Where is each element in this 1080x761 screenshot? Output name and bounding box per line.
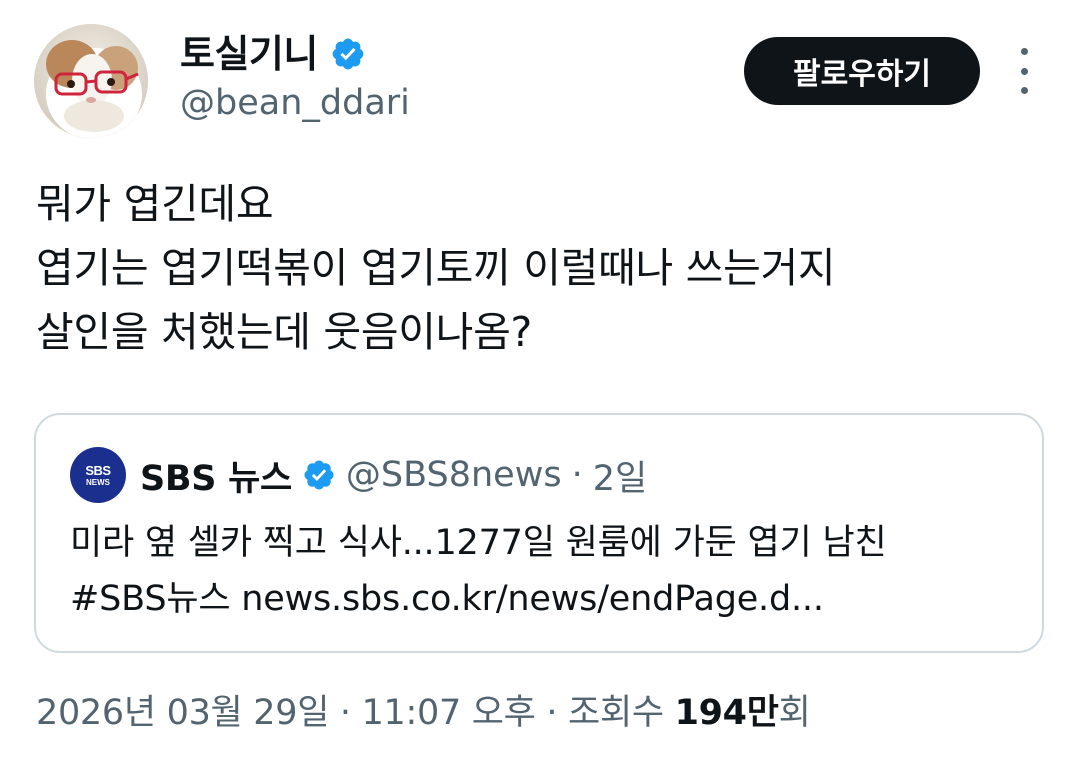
quoted-tweet-header: SBS NEWS SBS 뉴스 @SBS8news · 2일: [70, 447, 647, 503]
follow-button[interactable]: 팔로우하기: [744, 37, 980, 105]
quoted-tweet-time[interactable]: 2일: [593, 450, 647, 501]
quoted-tweet-line: #SBS뉴스 news.sbs.co.kr/news/endPage.d...: [70, 579, 824, 619]
separator-dot: ·: [571, 455, 583, 495]
sbs-logo-subtext: NEWS: [86, 477, 110, 487]
sbs-logo-text: SBS: [85, 462, 111, 478]
tweet-text: 뭐가 엽긴데요 엽기는 엽기떡볶이 엽기토끼 이럴때나 쓰는거지 살인을 처했는…: [36, 172, 1046, 364]
more-dot: [1020, 87, 1028, 94]
tweet: 토실기니 @bean_ddari 팔로우하기 뭐가 엽긴데요 엽기는 엽기떡볶이…: [0, 0, 1080, 761]
quoted-tweet-text: 미라 옆 셀카 찍고 식사...1277일 원룸에 가둔 엽기 남친 #SBS뉴…: [70, 515, 1020, 627]
tweet-text-line: 엽기는 엽기떡볶이 엽기토끼 이럴때나 쓰는거지: [36, 244, 836, 292]
avatar[interactable]: [34, 24, 148, 138]
author-name-row[interactable]: 토실기니: [180, 28, 366, 80]
views-count: 194만: [674, 693, 779, 733]
quoted-author-name[interactable]: SBS 뉴스: [140, 450, 292, 501]
quoted-tweet-line: 미라 옆 셀카 찍고 식사...1277일 원룸에 가둔 엽기 남친: [70, 523, 887, 563]
verified-badge-icon: [304, 460, 334, 490]
display-name[interactable]: 토실기니: [180, 35, 318, 73]
guinea-pig-avatar-image: [34, 24, 148, 138]
tweet-text-line: 살인을 처했는데 웃음이나옴?: [36, 308, 532, 356]
tweet-timestamp[interactable]: 2026년 03월 29일 · 11:07 오후 · 조회수: [36, 693, 675, 733]
quoted-author-handle[interactable]: @SBS8news: [346, 455, 562, 495]
quoted-tweet-card[interactable]: SBS NEWS SBS 뉴스 @SBS8news · 2일 미라 옆 셀카 찍…: [34, 413, 1044, 653]
author-handle[interactable]: @bean_ddari: [180, 82, 410, 124]
sbs-news-logo[interactable]: SBS NEWS: [70, 447, 126, 503]
views-suffix: 회: [778, 693, 811, 733]
verified-badge-icon: [332, 38, 364, 70]
tweet-text-line: 뭐가 엽긴데요: [36, 180, 274, 228]
tweet-meta: 2026년 03월 29일 · 11:07 오후 · 조회수 194만회: [36, 684, 811, 735]
more-options-icon[interactable]: [1006, 48, 1042, 94]
more-dot: [1020, 48, 1028, 55]
more-dot: [1020, 67, 1028, 75]
